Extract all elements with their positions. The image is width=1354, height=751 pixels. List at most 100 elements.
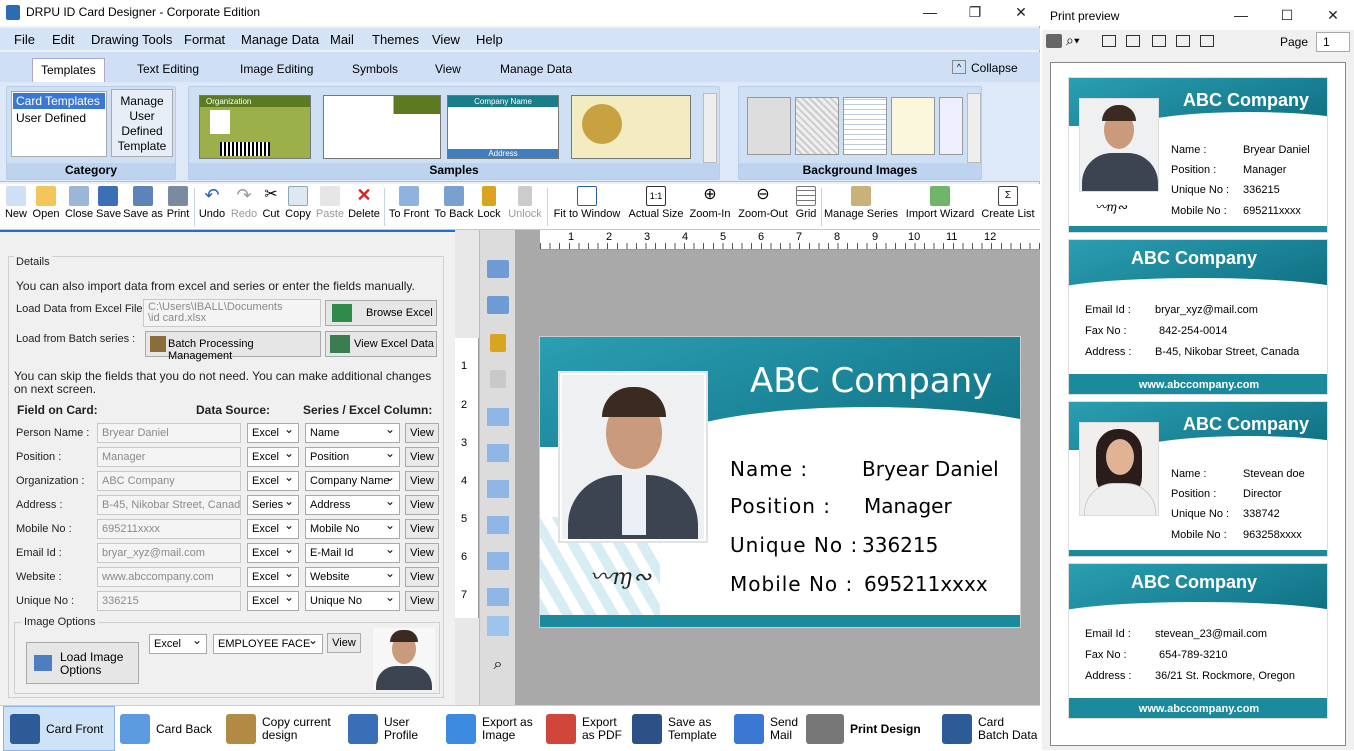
menu-file[interactable]: File (14, 32, 35, 47)
fit-to-window-button[interactable]: Fit to Window (549, 186, 625, 220)
background-scrollbar[interactable] (967, 93, 981, 163)
redo-button[interactable]: ↷ Redo (229, 186, 259, 220)
batch-processing-button[interactable]: Batch Processing Management (145, 331, 321, 362)
background-thumb-3[interactable] (843, 97, 887, 155)
field-value[interactable]: www.abccompany.com (97, 567, 241, 587)
unlock-icon[interactable] (490, 370, 506, 388)
copy-design-button[interactable]: Copy current design (226, 706, 344, 751)
unlock-button[interactable]: Unlock (505, 186, 545, 220)
tab-manage-data[interactable]: Manage Data (500, 62, 572, 76)
sample-template-3[interactable]: Company Name Address (447, 95, 559, 159)
lock-button[interactable]: Lock (476, 186, 502, 220)
sample-template-2[interactable] (323, 95, 441, 159)
minimize-icon[interactable]: — (915, 3, 945, 23)
image-source-select[interactable]: Excel (149, 634, 207, 654)
menu-view[interactable]: View (432, 32, 460, 47)
source-select[interactable]: Excel (247, 447, 299, 467)
field-value[interactable]: 695211xxxx (97, 519, 241, 539)
to-back-button[interactable]: To Back (433, 186, 475, 220)
source-select[interactable]: Excel (247, 591, 299, 611)
background-thumb-1[interactable] (747, 97, 791, 155)
three-page-icon[interactable] (1152, 35, 1166, 47)
menu-manage-data[interactable]: Manage Data (241, 32, 319, 47)
open-button[interactable]: Open (31, 186, 61, 220)
field-value[interactable]: ABC Company (97, 471, 241, 491)
preview-minimize-icon[interactable]: — (1226, 6, 1256, 26)
zoom-icon[interactable]: ⌕ (487, 656, 509, 678)
one-page-icon[interactable] (1102, 35, 1116, 47)
align-middle-icon[interactable] (487, 588, 509, 606)
align-top-icon[interactable] (487, 480, 509, 498)
send-mail-button[interactable]: Send Mail (734, 706, 804, 751)
view-button[interactable]: View (405, 447, 439, 467)
view-button[interactable]: View (405, 519, 439, 539)
actual-size-button[interactable]: 1:1 Actual Size (627, 186, 685, 220)
view-button[interactable]: View (405, 591, 439, 611)
preview-maximize-icon[interactable]: ☐ (1272, 6, 1302, 26)
column-select[interactable]: Website (305, 567, 400, 587)
column-select[interactable]: Unique No (305, 591, 400, 611)
preview-close-icon[interactable]: ✕ (1318, 6, 1348, 26)
export-pdf-button[interactable]: Export as PDF (546, 706, 630, 751)
column-select[interactable]: E-Mail Id (305, 543, 400, 563)
column-select[interactable]: Mobile No (305, 519, 400, 539)
image-column-select[interactable]: EMPLOYEE FACE (213, 634, 323, 654)
view-button[interactable]: View (405, 423, 439, 443)
paste-button[interactable]: Paste (314, 186, 346, 220)
print-button[interactable]: Print (165, 186, 191, 220)
menu-edit[interactable]: Edit (52, 32, 74, 47)
field-value[interactable]: bryar_xyz@mail.com (97, 543, 241, 563)
card-batch-data-button[interactable]: Card Batch Data (942, 706, 1040, 751)
menu-format[interactable]: Format (184, 32, 225, 47)
card-back-button[interactable]: Card Back (120, 706, 220, 751)
cut-button[interactable]: ✂ Cut (259, 186, 283, 220)
bring-front-icon[interactable] (487, 260, 509, 278)
align-bottom-icon[interactable] (487, 516, 509, 534)
menu-drawing-tools[interactable]: Drawing Tools (91, 32, 172, 47)
image-view-button[interactable]: View (327, 633, 361, 653)
card-front-button[interactable]: Card Front (3, 706, 115, 751)
menu-mail[interactable]: Mail (330, 32, 354, 47)
delete-button[interactable]: ✕ Delete (346, 186, 382, 220)
source-select[interactable]: Excel (247, 567, 299, 587)
sample-template-1[interactable]: Organization (199, 95, 311, 159)
source-select[interactable]: Excel (247, 471, 299, 491)
source-select[interactable]: Excel (247, 423, 299, 443)
column-select[interactable]: Address (305, 495, 400, 515)
column-select[interactable]: Company Name (305, 471, 400, 491)
print-design-button[interactable]: Print Design (806, 706, 926, 751)
tab-symbols[interactable]: Symbols (352, 62, 398, 76)
source-select[interactable]: Series (247, 495, 299, 515)
sample-template-4[interactable] (571, 95, 691, 159)
send-back-icon[interactable] (487, 296, 509, 314)
six-page-icon[interactable] (1200, 35, 1214, 47)
view-button[interactable]: View (405, 543, 439, 563)
background-thumb-4[interactable] (891, 97, 935, 155)
new-button[interactable]: New (4, 186, 28, 220)
excel-path-field[interactable]: C:\Users\IBALL\Documents \id card.xlsx (143, 299, 321, 327)
field-value[interactable]: B-45, Nikobar Street, Canada (97, 495, 241, 515)
category-card-templates[interactable]: Card Templates (13, 93, 105, 109)
column-select[interactable]: Position (305, 447, 400, 467)
import-wizard-button[interactable]: Import Wizard (902, 186, 978, 220)
maximize-icon[interactable]: ❐ (960, 3, 990, 23)
load-image-options-button[interactable]: Load Image Options (26, 642, 139, 684)
id-card-design[interactable]: ABC Company 〰ɱ∾ Name : Bryear Daniel Pos… (539, 336, 1021, 628)
page-number-input[interactable]: 1 (1316, 32, 1350, 52)
source-select[interactable]: Excel (247, 519, 299, 539)
preview-zoom-icon[interactable]: ⌕▾ (1066, 32, 1080, 49)
manage-series-button[interactable]: Manage Series (823, 186, 899, 220)
collapse-icon[interactable]: ^ (952, 60, 966, 74)
browse-excel-button[interactable]: Browse Excel (325, 300, 437, 326)
category-user-defined[interactable]: User Defined (13, 110, 105, 126)
background-thumb-5[interactable] (939, 97, 963, 155)
zoom-in-button[interactable]: ⊕ Zoom-In (687, 186, 733, 220)
export-image-button[interactable]: Export as Image (446, 706, 542, 751)
create-list-button[interactable]: Σ Create List (980, 186, 1036, 220)
close-button[interactable]: Close (64, 186, 94, 220)
user-profile-button[interactable]: User Profile (348, 706, 428, 751)
view-button[interactable]: View (405, 495, 439, 515)
save-as-button[interactable]: Save as (123, 186, 163, 220)
to-front-button[interactable]: To Front (386, 186, 432, 220)
save-template-button[interactable]: Save as Template (632, 706, 726, 751)
